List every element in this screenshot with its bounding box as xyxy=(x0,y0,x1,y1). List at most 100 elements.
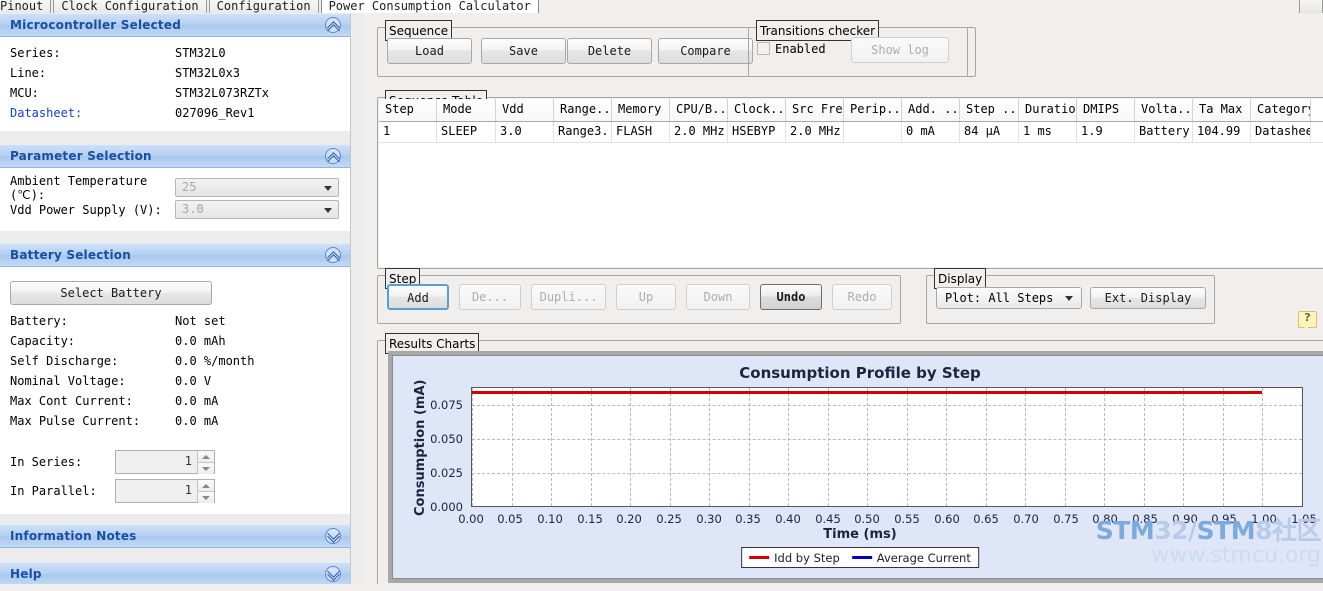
in-series-stepper[interactable]: 1 xyxy=(115,450,215,474)
section-header-information-notes[interactable]: Information Notes xyxy=(0,524,350,548)
help-tooltip-icon[interactable]: ? xyxy=(1298,311,1317,331)
cell-src-freq: 2.0 MHz xyxy=(786,122,844,142)
transitions-checker-group: Transitions checker Enabled Show log xyxy=(748,20,968,77)
x-tick-055: 0.55 xyxy=(894,512,920,526)
battery-row-max-cont-current: Max Cont Current: 0.0 mA xyxy=(0,391,350,411)
duplicate-step-button[interactable]: Dupli... xyxy=(531,284,606,310)
gridline-v-025 xyxy=(669,388,671,506)
in-parallel-stepper-arrows[interactable] xyxy=(197,480,214,503)
select-battery-button[interactable]: Select Battery xyxy=(10,281,212,305)
stepper-down-icon[interactable] xyxy=(198,491,214,503)
section-parameter-selection: Parameter Selection Ambient Temperature … xyxy=(0,144,350,231)
col-duration[interactable]: Duration xyxy=(1019,99,1077,121)
chevron-up-icon[interactable] xyxy=(325,148,341,164)
in-parallel-stepper[interactable]: 1 xyxy=(115,479,215,503)
col-category[interactable]: Category xyxy=(1251,99,1311,121)
stepper-up-icon[interactable] xyxy=(198,480,214,491)
section-header-microcontroller[interactable]: Microcontroller Selected xyxy=(0,13,350,37)
col-step-2[interactable]: Step ... xyxy=(960,99,1019,121)
tab-pinout[interactable]: Pinout xyxy=(0,0,52,13)
load-button[interactable]: Load xyxy=(387,38,472,64)
mcu-label-datasheet-link[interactable]: Datasheet: xyxy=(10,103,175,123)
chevron-up-icon[interactable] xyxy=(325,247,341,263)
gridline-v-100 xyxy=(1262,388,1264,506)
table-row[interactable]: 1 SLEEP 3.0 Range3... FLASH 2.0 MHz HSEB… xyxy=(379,122,1323,143)
col-memory[interactable]: Memory xyxy=(612,99,670,121)
vdd-power-supply-select[interactable]: 3.0 xyxy=(175,200,339,219)
tab-configuration[interactable]: Configuration xyxy=(208,0,319,13)
x-tick-030: 0.30 xyxy=(696,512,722,526)
gridline-v-080 xyxy=(1104,388,1106,506)
section-title-help: Help xyxy=(10,567,42,581)
enabled-checkbox[interactable] xyxy=(757,42,770,55)
step-group: Step Add De... Dupli... Up Down Undo Red… xyxy=(377,268,901,324)
col-vdd[interactable]: Vdd xyxy=(496,99,554,121)
chevron-down-icon[interactable] xyxy=(325,528,341,544)
x-tick-095: 0.95 xyxy=(1211,512,1237,526)
tab-strip-overflow[interactable] xyxy=(1299,0,1323,13)
x-tick-060: 0.60 xyxy=(934,512,960,526)
battery-value-max-pulse-current: 0.0 mA xyxy=(175,414,219,428)
y-tick-0050: 0.050 xyxy=(430,432,463,446)
add-step-button[interactable]: Add xyxy=(387,284,449,310)
sequence-table[interactable]: Step Mode Vdd Range... Memory CPU/B... C… xyxy=(379,99,1323,267)
stepper-up-icon[interactable] xyxy=(198,451,214,462)
gridline-v-095 xyxy=(1222,388,1224,506)
show-log-button[interactable]: Show log xyxy=(851,37,949,63)
col-perip[interactable]: Perip... xyxy=(844,99,902,121)
stepper-down-icon[interactable] xyxy=(198,462,214,474)
col-range[interactable]: Range... xyxy=(554,99,612,121)
battery-row-max-pulse-current: Max Pulse Current: 0.0 mA xyxy=(0,411,350,431)
tab-power-consumption-calculator[interactable]: Power Consumption Calculator xyxy=(320,0,539,13)
move-up-button[interactable]: Up xyxy=(616,284,676,310)
x-tick-090: 0.90 xyxy=(1172,512,1198,526)
consumption-profile-chart[interactable]: Consumption Profile by Step Consumption … xyxy=(392,355,1323,579)
in-parallel-value: 1 xyxy=(184,483,192,497)
in-series-stepper-arrows[interactable] xyxy=(197,451,214,474)
mcu-label-series: Series: xyxy=(10,46,61,60)
in-series-value: 1 xyxy=(184,454,192,468)
col-step[interactable]: Step xyxy=(379,99,437,121)
cell-mode: SLEEP xyxy=(437,122,496,142)
cell-perip xyxy=(844,122,902,142)
compare-button[interactable]: Compare xyxy=(658,38,753,64)
col-ta-max[interactable]: Ta Max xyxy=(1193,99,1251,121)
move-down-button[interactable]: Down xyxy=(686,284,750,310)
col-clock[interactable]: Clock... xyxy=(728,99,786,121)
gridline-v-060 xyxy=(946,388,948,506)
col-cpu-b[interactable]: CPU/B... xyxy=(670,99,728,121)
enabled-label: Enabled xyxy=(775,42,826,56)
pane-splitter[interactable] xyxy=(350,13,364,591)
undo-button[interactable]: Undo xyxy=(760,284,822,310)
mcu-row-line: Line: STM32L0x3 xyxy=(0,63,350,83)
tab-clock-configuration[interactable]: Clock Configuration xyxy=(53,0,207,13)
chart-x-axis-label: Time (ms) xyxy=(823,527,897,542)
col-add[interactable]: Add. ... xyxy=(902,99,960,121)
section-header-parameter[interactable]: Parameter Selection xyxy=(0,144,350,168)
mcu-value-line: STM32L0x3 xyxy=(175,66,241,80)
battery-row-capacity: Capacity: 0.0 mAh xyxy=(0,331,350,351)
x-tick-100: 1.00 xyxy=(1251,512,1277,526)
ext-display-button[interactable]: Ext. Display xyxy=(1090,287,1206,309)
col-dmips[interactable]: DMIPS xyxy=(1077,99,1135,121)
col-src-freq[interactable]: Src Freq xyxy=(786,99,844,121)
cell-dmips: 1.9 xyxy=(1077,122,1135,142)
section-header-battery[interactable]: Battery Selection xyxy=(0,243,350,267)
ambient-temperature-select[interactable]: 25 xyxy=(175,178,339,197)
col-mode[interactable]: Mode xyxy=(437,99,496,121)
plot-mode-select[interactable]: Plot: All Steps xyxy=(936,287,1082,309)
chevron-down-icon[interactable] xyxy=(325,566,341,582)
redo-button[interactable]: Redo xyxy=(832,284,892,310)
right-panel: Sequence Load Save Delete Compare Transi… xyxy=(363,13,1323,591)
delete-button[interactable]: Delete xyxy=(567,38,652,64)
x-tick-080: 0.80 xyxy=(1092,512,1118,526)
transitions-enabled-checkbox-row[interactable]: Enabled xyxy=(757,42,826,56)
chevron-up-icon[interactable] xyxy=(325,17,341,33)
section-header-help[interactable]: Help xyxy=(0,562,350,586)
delete-step-button[interactable]: De... xyxy=(459,284,521,310)
gridline-v-050 xyxy=(867,388,869,506)
col-volta[interactable]: Volta... xyxy=(1135,99,1193,121)
save-button[interactable]: Save xyxy=(481,38,566,64)
